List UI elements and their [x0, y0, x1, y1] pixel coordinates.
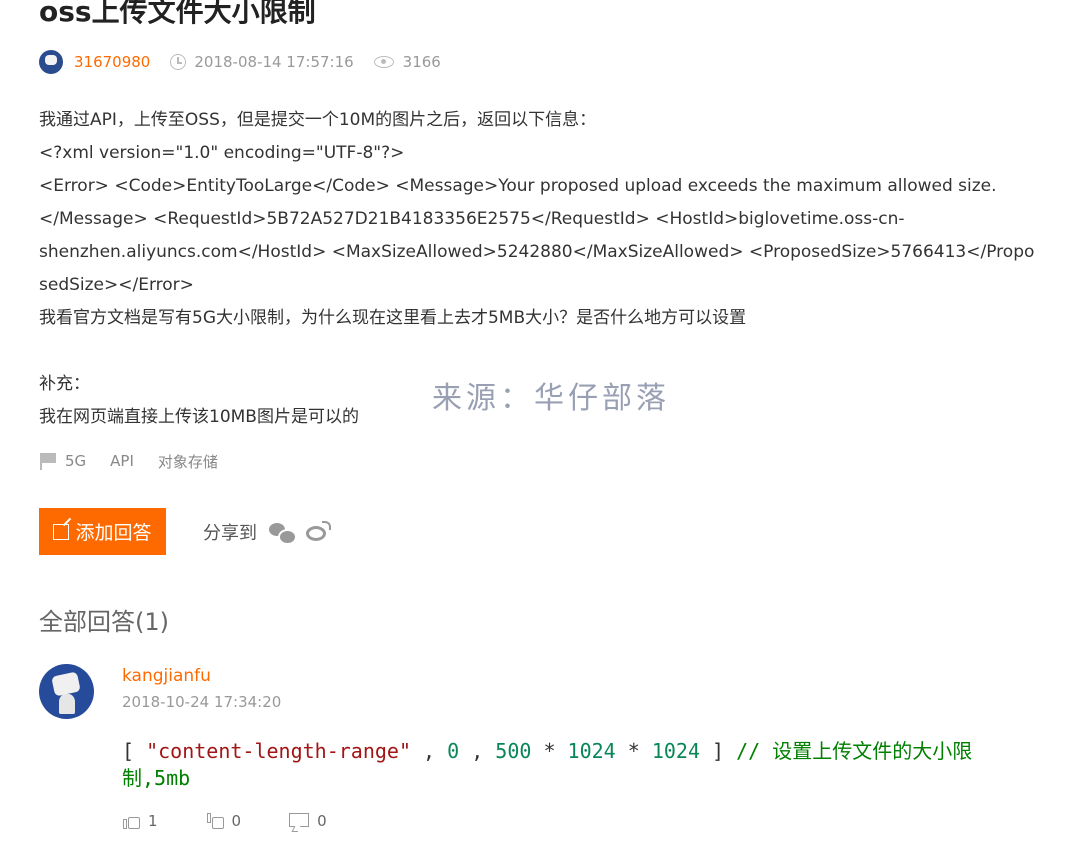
watermark: 来源：华仔部落 — [432, 381, 670, 416]
page: oss上传文件大小限制 31670980 2018-08-14 17:57:16… — [0, 0, 1081, 848]
flag-icon — [39, 452, 57, 470]
wechat-icon[interactable] — [269, 521, 297, 545]
body-line: <?xml version="1.0" encoding="UTF-8"?> — [39, 143, 405, 163]
tag-link[interactable]: 对象存储 — [158, 451, 218, 472]
post-meta: 31670980 2018-08-14 17:57:16 3166 — [39, 50, 441, 74]
comment-count: 0 — [317, 812, 327, 830]
tag-link[interactable]: 5G — [65, 452, 86, 470]
answer-author[interactable]: kangjianfu — [122, 666, 211, 686]
weibo-icon[interactable] — [305, 521, 331, 543]
thumbs-down-icon[interactable] — [206, 811, 226, 831]
tag-list: 5G API 对象存储 — [39, 449, 234, 473]
author-avatar[interactable] — [39, 50, 63, 74]
page-title: oss上传文件大小限制 — [39, 0, 316, 28]
body-line: sedSize></Error> — [39, 275, 194, 295]
answer-actions: 1 0 0 — [122, 808, 375, 834]
thumbs-up-icon[interactable] — [122, 811, 142, 831]
view-count: 3166 — [402, 53, 441, 71]
clock-icon — [170, 54, 187, 70]
share-label: 分享到 — [203, 523, 257, 544]
add-answer-label: 添加回答 — [75, 522, 152, 544]
body-line: 我看官方文档是写有5G大小限制，为什么现在这里看上去才5MB大小？是否什么地方可… — [39, 308, 747, 328]
tag-link[interactable]: API — [110, 452, 134, 470]
add-answer-button[interactable]: 添加回答 — [39, 508, 166, 555]
eye-icon — [373, 56, 394, 68]
body-line: shenzhen.aliyuncs.com</HostId> <MaxSizeA… — [39, 242, 1035, 262]
body-line: 我通过API，上传至OSS，但是提交一个10M的图片之后，返回以下信息： — [39, 110, 597, 130]
comment-icon[interactable] — [289, 811, 311, 831]
answer-avatar[interactable] — [39, 664, 94, 719]
like-count: 1 — [148, 812, 158, 830]
answer-date: 2018-10-24 17:34:20 — [122, 693, 282, 711]
author-link[interactable]: 31670980 — [74, 53, 150, 71]
answer-code: [ "content-length-range" , 0 , 500 * 102… — [122, 739, 973, 790]
post-date: 2018-08-14 17:57:16 — [194, 53, 354, 71]
dislike-count: 0 — [231, 812, 242, 830]
share-bar: 分享到 — [203, 518, 331, 546]
body-line: </Message> <RequestId>5B72A527D21B418335… — [39, 209, 905, 229]
body-line: <Error> <Code>EntityTooLarge</Code> <Mes… — [39, 176, 997, 196]
edit-icon — [53, 523, 70, 540]
answers-header: 全部回答(1) — [39, 608, 169, 636]
